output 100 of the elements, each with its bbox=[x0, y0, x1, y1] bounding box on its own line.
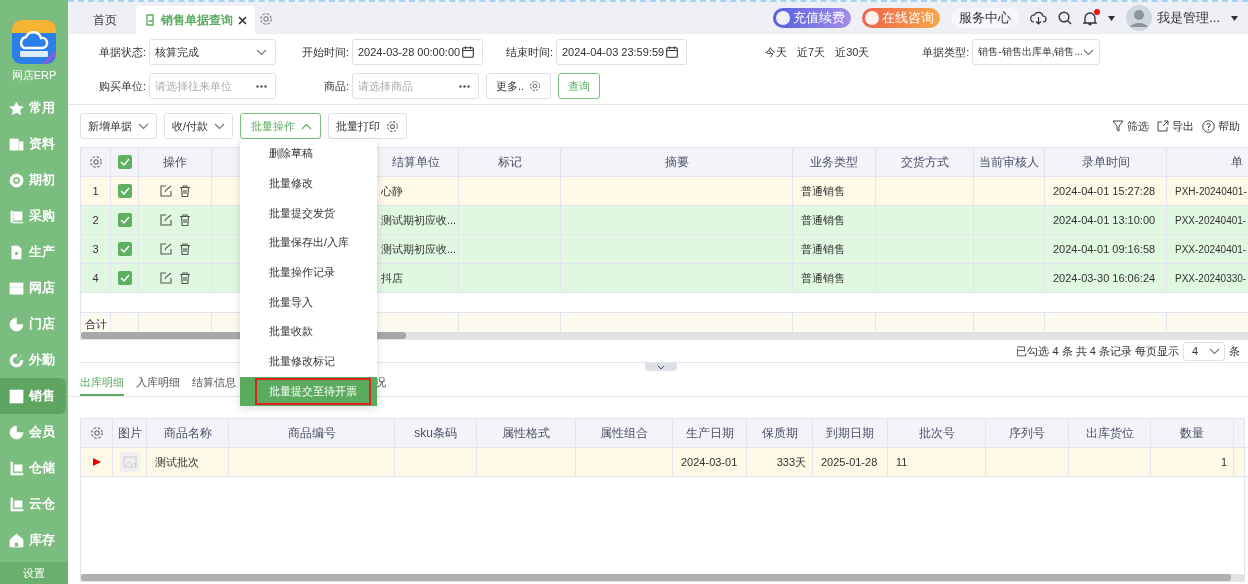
delete-icon[interactable] bbox=[178, 272, 191, 284]
edit-icon[interactable] bbox=[159, 214, 172, 226]
module-icon bbox=[9, 496, 24, 512]
checkbox[interactable] bbox=[117, 155, 132, 169]
table-cell: 2024-03-30 16:06:24 bbox=[1045, 264, 1167, 293]
more-icon[interactable] bbox=[256, 84, 267, 88]
row-number: 2 bbox=[81, 206, 111, 235]
pagination-unit: 条 bbox=[1229, 343, 1240, 359]
document-icon bbox=[144, 14, 156, 26]
column-header: 摘要 bbox=[664, 153, 689, 171]
recharge-button[interactable]: 充值续费 bbox=[773, 8, 852, 28]
calendar-icon bbox=[666, 46, 678, 58]
module-icon bbox=[9, 136, 24, 152]
chevron-down-icon bbox=[256, 48, 267, 56]
caret-icon[interactable] bbox=[1108, 15, 1116, 21]
current-row-icon bbox=[92, 458, 101, 466]
date-range-link[interactable]: 近30天 bbox=[835, 44, 870, 60]
table-cell: 普通销售 bbox=[793, 206, 876, 235]
delete-icon[interactable] bbox=[178, 185, 191, 197]
doc-type-select[interactable]: 销售-销售出库单,销售... bbox=[972, 39, 1101, 65]
chevron-down-icon bbox=[1209, 347, 1220, 355]
cloud-download-icon[interactable] bbox=[1030, 11, 1048, 25]
chevron-down-icon bbox=[1083, 48, 1095, 56]
toolbar-link[interactable]: 筛选 bbox=[1112, 118, 1149, 134]
settings-icon[interactable] bbox=[259, 12, 273, 26]
column-header: 保质期 bbox=[761, 424, 798, 442]
date-field[interactable]: 2024-03-28 00:00:00 bbox=[352, 39, 483, 65]
table-cell: 11 bbox=[896, 456, 908, 468]
toolbar-button[interactable]: 新增单据 bbox=[80, 113, 157, 139]
column-header: 结算单位 bbox=[391, 153, 440, 171]
table-cell: 普通销售 bbox=[793, 235, 876, 264]
column-header: 批次号 bbox=[918, 424, 955, 442]
settings-icon[interactable] bbox=[88, 155, 103, 169]
page-tab[interactable]: 首页 bbox=[74, 6, 136, 34]
column-header: 交货方式 bbox=[900, 153, 949, 171]
date-range-link[interactable]: 近7天 bbox=[797, 44, 826, 60]
table-cell: PXX-20240330- bbox=[1167, 264, 1248, 293]
filter-icon bbox=[1112, 120, 1124, 132]
app-name: 网店ERP bbox=[11, 68, 57, 83]
menu-item[interactable]: 删除草稿 bbox=[240, 139, 378, 169]
toolbar-link[interactable]: 帮助 bbox=[1202, 118, 1240, 134]
column-header: 序列号 bbox=[1009, 424, 1045, 442]
close-icon[interactable] bbox=[238, 15, 247, 25]
more-button[interactable]: 更多.. bbox=[486, 73, 552, 99]
status-select[interactable]: 核算完成 bbox=[149, 39, 276, 65]
delete-icon[interactable] bbox=[178, 214, 191, 226]
bell-icon[interactable] bbox=[1083, 10, 1098, 26]
column-header: 生产日期 bbox=[685, 424, 734, 442]
collapse-handle[interactable] bbox=[645, 363, 677, 371]
table-cell: PXX-20240401- bbox=[1167, 235, 1248, 264]
delete-icon[interactable] bbox=[178, 243, 191, 255]
caret-icon[interactable] bbox=[1231, 15, 1238, 21]
table-cell: 普通销售 bbox=[793, 177, 876, 206]
table-cell: PXH-20240401- bbox=[1167, 177, 1248, 206]
column-header: 属性格式 bbox=[502, 424, 550, 442]
date-range-link[interactable]: 今天 bbox=[765, 44, 787, 60]
column-header: 商品名称 bbox=[163, 424, 212, 442]
help-icon bbox=[1202, 119, 1215, 133]
table-cell: 2024-04-01 09:16:58 bbox=[1045, 235, 1167, 264]
detail-tab[interactable]: 入库明细 bbox=[136, 371, 180, 396]
detail-tab[interactable]: 结算信息 bbox=[192, 371, 236, 396]
scrollbar[interactable] bbox=[81, 574, 1244, 582]
column-header: 业务类型 bbox=[810, 153, 858, 171]
settings-icon[interactable] bbox=[89, 426, 104, 440]
module-icon bbox=[9, 352, 24, 368]
toolbar-button[interactable]: 批量打印 bbox=[328, 113, 408, 139]
menu-item[interactable]: 批量修改标记 bbox=[240, 346, 378, 377]
service-button[interactable]: 服务中心 bbox=[951, 8, 1020, 28]
checkbox[interactable] bbox=[117, 242, 132, 256]
row-number: 4 bbox=[81, 264, 111, 293]
table-cell: 2024-03-01 bbox=[681, 456, 738, 468]
search-icon[interactable] bbox=[1058, 11, 1073, 25]
chevron-down-icon bbox=[214, 122, 226, 130]
checkbox[interactable] bbox=[117, 184, 132, 198]
settings-icon bbox=[386, 119, 400, 133]
page-size-select[interactable]: 4 bbox=[1183, 341, 1225, 361]
column-header: sku条码 bbox=[414, 424, 457, 442]
module-icon bbox=[9, 280, 24, 296]
table-cell: PXX-20240401- bbox=[1167, 206, 1248, 235]
toolbar-link[interactable]: 导出 bbox=[1157, 118, 1194, 134]
module-icon bbox=[9, 208, 24, 224]
toolbar-button[interactable]: 收/付款 bbox=[164, 113, 234, 139]
edit-icon[interactable] bbox=[159, 272, 172, 284]
table-cell: 普通销售 bbox=[793, 264, 876, 293]
column-header: 录单时间 bbox=[1081, 153, 1130, 171]
checkbox[interactable] bbox=[117, 271, 132, 285]
column-header: 出库货位 bbox=[1085, 424, 1134, 442]
edit-icon[interactable] bbox=[159, 185, 172, 197]
user-name[interactable]: 我是管理... bbox=[1157, 9, 1220, 27]
filter-label: 单据类型: bbox=[921, 44, 971, 60]
module-icon bbox=[9, 460, 24, 476]
checkbox[interactable] bbox=[117, 213, 132, 227]
table-cell: 333天 bbox=[776, 454, 806, 470]
more-icon[interactable] bbox=[459, 84, 470, 88]
date-field[interactable]: 2024-04-03 23:59:59 bbox=[556, 39, 687, 65]
menu-item[interactable]: 批量收款 bbox=[240, 317, 378, 347]
chevron-up-icon bbox=[301, 122, 313, 130]
row-number: 3 bbox=[81, 235, 111, 264]
column-header: 属性组合 bbox=[600, 424, 648, 442]
edit-icon[interactable] bbox=[159, 243, 172, 255]
